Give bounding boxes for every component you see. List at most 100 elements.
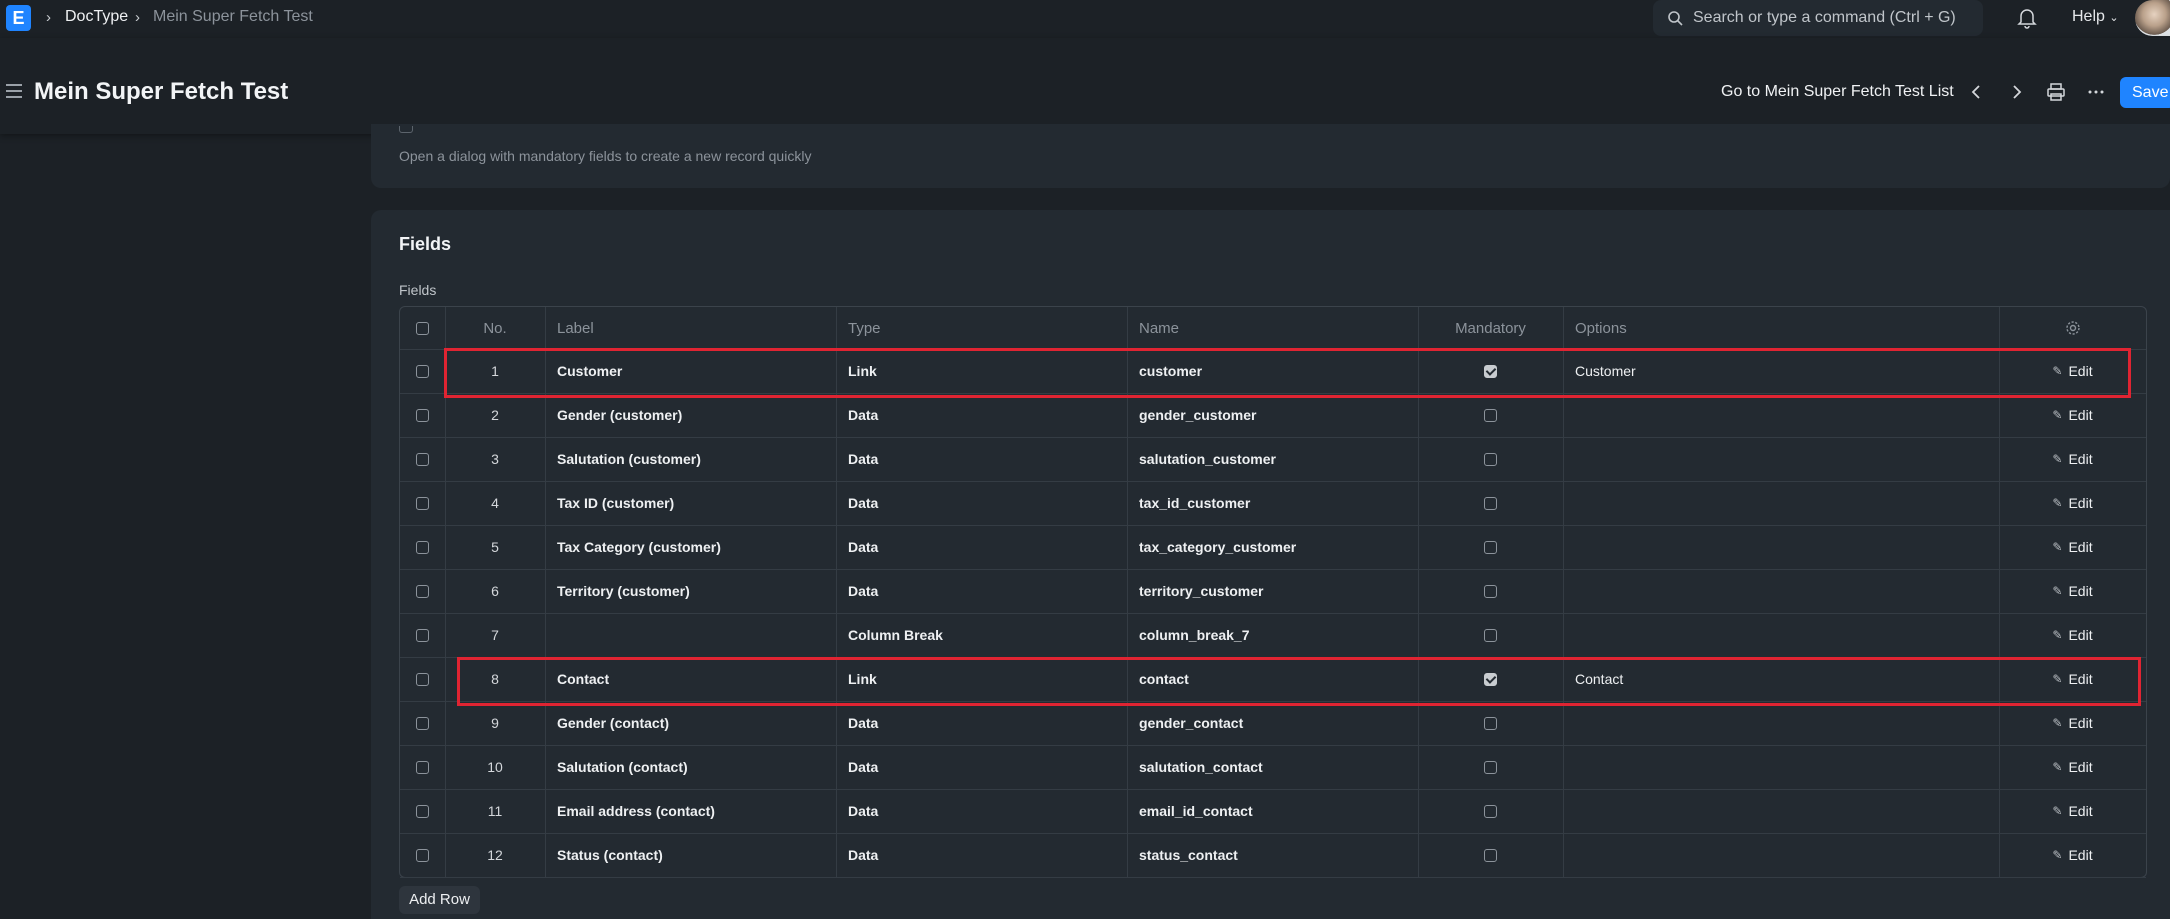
row-select-checkbox[interactable] [416,760,429,774]
field-options[interactable] [1575,569,1975,613]
mandatory-checkbox[interactable] [1484,408,1497,422]
table-row[interactable]: 2 Gender (customer) Data gender_customer ✎ Ed… [400,393,2146,438]
field-name[interactable]: tax_id_customer [1139,481,1409,525]
edit-row-button[interactable]: ✎ Edit [1999,525,2146,569]
field-name[interactable]: salutation_contact [1139,745,1409,789]
breadcrumb-doctype[interactable]: DocType [65,8,128,26]
field-name[interactable]: gender_contact [1139,701,1409,745]
field-type[interactable]: Data [848,789,1118,833]
field-name[interactable]: column_break_7 [1139,613,1409,657]
field-options[interactable] [1575,701,1975,745]
field-options[interactable] [1575,525,1975,569]
help-menu[interactable]: Help ⌄ [2072,8,2119,26]
field-options[interactable] [1575,613,1975,657]
field-label[interactable]: Email address (contact) [557,789,827,833]
printer-icon[interactable] [2044,80,2068,104]
more-options-icon[interactable] [2084,80,2108,104]
field-type[interactable]: Data [848,701,1118,745]
field-type[interactable]: Data [848,745,1118,789]
mandatory-checkbox[interactable] [1484,760,1497,774]
mandatory-checkbox[interactable] [1484,496,1497,510]
table-row[interactable]: 12 Status (contact) Data status_contact ✎ Edi… [400,833,2146,878]
edit-row-button[interactable]: ✎ Edit [1999,833,2146,877]
table-row[interactable]: 4 Tax ID (customer) Data tax_id_customer ✎ Ed… [400,481,2146,526]
edit-row-button[interactable]: ✎ Edit [1999,437,2146,481]
field-label[interactable]: Salutation (customer) [557,437,827,481]
field-type[interactable]: Data [848,833,1118,877]
field-options[interactable] [1575,833,1975,877]
mandatory-checkbox[interactable] [1484,848,1497,862]
avatar[interactable] [2135,0,2170,36]
row-select-checkbox[interactable] [416,628,429,642]
field-label[interactable]: Territory (customer) [557,569,827,613]
row-select-checkbox[interactable] [416,672,429,686]
table-row[interactable]: 6 Territory (customer) Data territory_custo… [400,569,2146,614]
field-options[interactable] [1575,393,1975,437]
field-type[interactable]: Data [848,525,1118,569]
goto-list-link[interactable]: Go to Mein Super Fetch Test List [1721,83,1954,101]
row-select-checkbox[interactable] [416,540,429,554]
sidebar-toggle-icon[interactable] [6,84,22,102]
edit-row-button[interactable]: ✎ Edit [1999,789,2146,833]
field-name[interactable]: status_contact [1139,833,1409,877]
table-row[interactable]: 7 Column Break column_break_7 ✎ Edit [400,613,2146,658]
table-row[interactable]: 10 Salutation (contact) Data salutation_con… [400,745,2146,790]
mandatory-checkbox[interactable] [1484,540,1497,554]
chevron-left-icon[interactable] [1965,80,1989,104]
field-label[interactable]: Status (contact) [557,833,827,877]
table-row[interactable]: 5 Tax Category (customer) Data tax_category… [400,525,2146,570]
select-all-checkbox[interactable] [416,321,429,335]
row-select-checkbox[interactable] [416,364,429,378]
mandatory-checkbox[interactable] [1484,804,1497,818]
field-options[interactable] [1575,437,1975,481]
field-type[interactable]: Data [848,393,1118,437]
field-label[interactable] [557,613,827,657]
row-select-checkbox[interactable] [416,452,429,466]
row-select-checkbox[interactable] [416,848,429,862]
field-name[interactable]: salutation_customer [1139,437,1409,481]
edit-row-button[interactable]: ✎ Edit [1999,613,2146,657]
row-select-checkbox[interactable] [416,496,429,510]
field-label[interactable]: Gender (contact) [557,701,827,745]
field-label[interactable]: Gender (customer) [557,393,827,437]
row-select-checkbox[interactable] [416,408,429,422]
add-row-button[interactable]: Add Row [399,886,480,914]
breadcrumb-current[interactable]: Mein Super Fetch Test [153,8,313,26]
mandatory-checkbox[interactable] [1484,628,1497,642]
save-button[interactable]: Save [2120,77,2170,108]
quick-entry-checkbox[interactable] [399,126,413,133]
table-row[interactable]: 3 Salutation (customer) Data salutation_cus… [400,437,2146,482]
field-type[interactable]: Data [848,569,1118,613]
mandatory-checkbox[interactable] [1484,452,1497,466]
row-select-checkbox[interactable] [416,716,429,730]
edit-row-button[interactable]: ✎ Edit [1999,481,2146,525]
field-options[interactable] [1575,789,1975,833]
field-name[interactable]: email_id_contact [1139,789,1409,833]
row-select-checkbox[interactable] [416,584,429,598]
chevron-right-icon[interactable] [2004,80,2028,104]
field-name[interactable]: gender_customer [1139,393,1409,437]
edit-row-button[interactable]: ✎ Edit [1999,569,2146,613]
table-row[interactable]: 9 Gender (contact) Data gender_contact ✎ Edit [400,701,2146,746]
field-type[interactable]: Data [848,437,1118,481]
search-bar[interactable]: Search or type a command (Ctrl + G) [1653,0,1983,36]
app-logo[interactable]: E [6,5,31,31]
field-type[interactable]: Column Break [848,613,1118,657]
row-select-checkbox[interactable] [416,804,429,818]
bell-icon[interactable] [2016,6,2038,30]
edit-row-button[interactable]: ✎ Edit [1999,701,2146,745]
field-options[interactable] [1575,745,1975,789]
edit-row-button[interactable]: ✎ Edit [1999,393,2146,437]
settings-gear-icon[interactable] [2065,320,2081,336]
mandatory-checkbox[interactable] [1484,584,1497,598]
field-label[interactable]: Tax ID (customer) [557,481,827,525]
field-label[interactable]: Salutation (contact) [557,745,827,789]
table-row[interactable]: 11 Email address (contact) Data email_id_co… [400,789,2146,834]
field-type[interactable]: Data [848,481,1118,525]
field-label[interactable]: Tax Category (customer) [557,525,827,569]
edit-row-button[interactable]: ✎ Edit [1999,745,2146,789]
mandatory-checkbox[interactable] [1484,716,1497,730]
field-name[interactable]: territory_customer [1139,569,1409,613]
field-name[interactable]: tax_category_customer [1139,525,1409,569]
field-options[interactable] [1575,481,1975,525]
